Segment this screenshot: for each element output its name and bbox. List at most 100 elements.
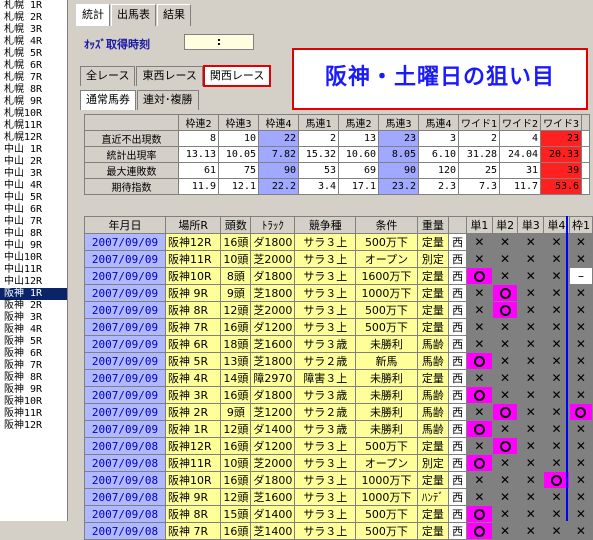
race-list-item[interactable]: 阪神 8R xyxy=(0,372,67,384)
grid-cell-cond: 1000万下 xyxy=(355,471,418,489)
race-list-item[interactable]: 阪神 9R xyxy=(0,384,67,396)
table-row[interactable]: 2007/09/09 阪神 2R 9頭 芝1200 サラ２歳 未勝利 馬齢西 ✕ ✕ ✕ xyxy=(83,403,593,421)
table-row[interactable]: 2007/09/08 阪神 8R 15頭 ダ1400 サラ３上 500万下 定量西 ✕ ✕ ✕ ✕ xyxy=(83,505,593,523)
table-row[interactable]: 2007/09/09 阪神 9R 9頭 芝1800 サラ３上 1000万下 定量西 ✕ ✕ ✕ ✕ xyxy=(83,284,593,302)
grid-col-header: 単3 xyxy=(517,216,545,234)
race-list-item[interactable]: 中山 1R xyxy=(0,144,67,156)
race-list-item[interactable]: 阪神 6R xyxy=(0,348,67,360)
grid-cell-wt: 馬齢 xyxy=(416,420,450,438)
race-list-item[interactable]: 阪神 3R xyxy=(0,312,67,324)
grid-cell-dir: 西 xyxy=(448,420,467,438)
race-list-item[interactable]: 阪神 5R xyxy=(0,336,67,348)
stats-col-header: 枠連3 xyxy=(218,114,259,131)
result-mark-cell: ✕ xyxy=(491,386,519,404)
result-mark-cell: ✕ xyxy=(517,522,545,540)
grid-col-header: 年月日 xyxy=(83,216,167,234)
race-list-item[interactable]: 中山12R xyxy=(0,276,67,288)
table-row[interactable]: 2007/09/09 阪神11R 10頭 芝2000 サラ３上 オープン 別定西 ✕ ✕ ✕ ✕ ✕ xyxy=(83,250,593,268)
race-list-item[interactable]: 中山 9R xyxy=(0,240,67,252)
race-list-item[interactable]: 阪神 1R xyxy=(0,288,67,300)
tab-normal-bets[interactable]: 通常馬券 xyxy=(80,90,136,110)
miss-cross-icon: ✕ xyxy=(525,252,536,266)
grid-cell-kind: サラ３上 xyxy=(294,250,357,268)
table-row[interactable]: 2007/09/09 阪神 8R 12頭 芝2000 サラ３上 500万下 定量西 ✕ ✕ ✕ ✕ xyxy=(83,301,593,319)
tab-all-races[interactable]: 全レース xyxy=(80,66,136,86)
stats-corner xyxy=(84,114,179,131)
race-list-item[interactable]: 札幌 5R xyxy=(0,48,67,60)
result-mark-cell: ✕ xyxy=(517,318,545,336)
race-list-item[interactable]: 札幌 8R xyxy=(0,84,67,96)
race-list-item[interactable]: 札幌 4R xyxy=(0,36,67,48)
stats-cell: 3.4 xyxy=(298,178,339,195)
table-row[interactable]: 2007/09/09 阪神 5R 13頭 芝1800 サラ２歳 新馬 馬齢西 ✕ ✕ ✕ ✕ xyxy=(83,352,593,370)
race-list-item[interactable]: 札幌 9R xyxy=(0,96,67,108)
grid-cell-cond: オープン xyxy=(355,454,418,472)
table-row[interactable]: 2007/09/09 阪神 6R 18頭 芝1600 サラ３歳 未勝利 馬齢西 ✕ ✕ ✕ ✕ ✕ xyxy=(83,335,593,353)
race-list-item[interactable]: 中山 7R xyxy=(0,216,67,228)
race-list-item[interactable]: 札幌 2R xyxy=(0,12,67,24)
race-list-item[interactable]: 阪神 7R xyxy=(0,360,67,372)
race-list-item[interactable]: 阪神 2R xyxy=(0,300,67,312)
race-list[interactable]: 札幌 1R 札幌 2R 札幌 3R 札幌 4R 札幌 5R 札幌 6R 札幌 7R 札幌 8R… xyxy=(0,0,68,521)
race-list-item[interactable]: 阪神10R xyxy=(0,396,67,408)
table-row[interactable]: 2007/09/09 阪神 1R 12頭 ダ1400 サラ３歳 未勝利 馬齢西 ✕ ✕ ✕ ✕ xyxy=(83,420,593,438)
table-row[interactable]: 2007/09/08 阪神11R 10頭 芝2000 サラ３上 オープン 別定西 ✕ ✕ ✕ ✕ xyxy=(83,454,593,472)
tab-entries[interactable]: 出馬表 xyxy=(111,4,156,26)
miss-cross-icon: ✕ xyxy=(474,286,485,300)
table-row[interactable]: 2007/09/08 阪神 7R 16頭 芝1400 サラ３上 500万下 定量西 ✕ ✕ ✕ ✕ xyxy=(83,522,593,540)
result-mark-cell xyxy=(465,454,493,472)
stats-cell: 11.7 xyxy=(499,178,542,195)
table-row[interactable]: 2007/09/09 阪神 4R 14頭 障2970 障害３上 未勝利 定量西 ✕ ✕ ✕ ✕ ✕ xyxy=(83,369,593,387)
result-mark-cell: ✕ xyxy=(568,522,593,540)
result-mark-cell: ✕ xyxy=(568,471,593,489)
odds-time-field[interactable]: : xyxy=(184,34,254,50)
stats-cell: 31 xyxy=(499,162,542,179)
grid-cell-wt: 定量 xyxy=(416,437,450,455)
tab-kansai-races[interactable]: 関西レース xyxy=(202,65,272,87)
grid-cell-date: 2007/09/08 xyxy=(83,471,167,489)
race-list-item[interactable]: 中山 4R xyxy=(0,180,67,192)
race-list-item[interactable]: 札幌 3R xyxy=(0,24,67,36)
race-list-item[interactable]: 札幌 6R xyxy=(0,60,67,72)
hit-circle-icon xyxy=(499,288,511,299)
hit-circle-icon xyxy=(473,458,485,469)
miss-cross-icon: ✕ xyxy=(474,490,485,504)
miss-cross-icon: ✕ xyxy=(500,252,511,266)
table-row[interactable]: 2007/09/09 阪神 3R 16頭 ダ1800 サラ３歳 未勝利 馬齢西 ✕ ✕ ✕ ✕ xyxy=(83,386,593,404)
tab-stats[interactable]: 統計 xyxy=(76,4,110,26)
result-mark-cell: ✕ xyxy=(568,420,593,438)
race-list-item[interactable]: 札幌 1R xyxy=(0,0,67,12)
race-list-item[interactable]: 中山10R xyxy=(0,252,67,264)
table-row[interactable]: 2007/09/08 阪神10R 16頭 ダ1800 サラ３上 1000万下 定量西 ✕ ✕ ✕ ✕ xyxy=(83,471,593,489)
grid-cell-track: ダ1200 xyxy=(250,437,296,455)
table-row[interactable]: 2007/09/08 阪神12R 16頭 ダ1200 サラ３上 500万下 定量西 ✕ ✕ ✕ ✕ xyxy=(83,437,593,455)
miss-cross-icon: ✕ xyxy=(575,320,586,334)
race-list-item[interactable]: 札幌 7R xyxy=(0,72,67,84)
grid-cell-place: 阪神 7R xyxy=(165,522,222,540)
race-list-item[interactable]: 中山 8R xyxy=(0,228,67,240)
race-list-item[interactable]: 阪神 4R xyxy=(0,324,67,336)
result-mark-cell xyxy=(465,505,493,523)
tab-results[interactable]: 結果 xyxy=(157,4,191,26)
race-list-item[interactable]: 中山 5R xyxy=(0,192,67,204)
race-list-item[interactable]: 札幌10R xyxy=(0,108,67,120)
miss-cross-icon: ✕ xyxy=(525,422,536,436)
tab-east-west-races[interactable]: 東西レース xyxy=(136,66,203,86)
race-list-item[interactable]: 中山 2R xyxy=(0,156,67,168)
race-list-item[interactable]: 中山 3R xyxy=(0,168,67,180)
table-row[interactable]: 2007/09/08 阪神 9R 12頭 芝1600 サラ３上 1000万下 ﾊﾝﾃﾞ西 ✕ ✕… xyxy=(83,488,593,506)
race-list-item[interactable]: 阪神11R xyxy=(0,408,67,420)
table-row[interactable]: 2007/09/09 阪神 7R 16頭 ダ1200 サラ３上 500万下 定量西 ✕ ✕ ✕ ✕ ✕ xyxy=(83,318,593,336)
miss-cross-icon: ✕ xyxy=(551,456,562,470)
grid-cell-wt: 定量 xyxy=(416,471,450,489)
race-list-item[interactable]: 札幌12R xyxy=(0,132,67,144)
tab-place-bets[interactable]: 連対･複勝 xyxy=(137,90,199,110)
grid-cell-dir: 西 xyxy=(448,369,467,387)
race-list-item[interactable]: 中山11R xyxy=(0,264,67,276)
table-row[interactable]: 2007/09/09 阪神12R 16頭 ダ1800 サラ３上 500万下 定量西 ✕ ✕ ✕ ✕ ✕ xyxy=(83,233,593,251)
column-divider xyxy=(566,216,568,521)
race-list-item[interactable]: 中山 6R xyxy=(0,204,67,216)
race-list-item[interactable]: 阪神12R xyxy=(0,420,67,432)
table-row[interactable]: 2007/09/09 阪神10R 8頭 ダ1800 サラ３上 1600万下 定量西 ✕ ✕ ✕ – xyxy=(83,267,593,285)
race-list-item[interactable]: 札幌11R xyxy=(0,120,67,132)
